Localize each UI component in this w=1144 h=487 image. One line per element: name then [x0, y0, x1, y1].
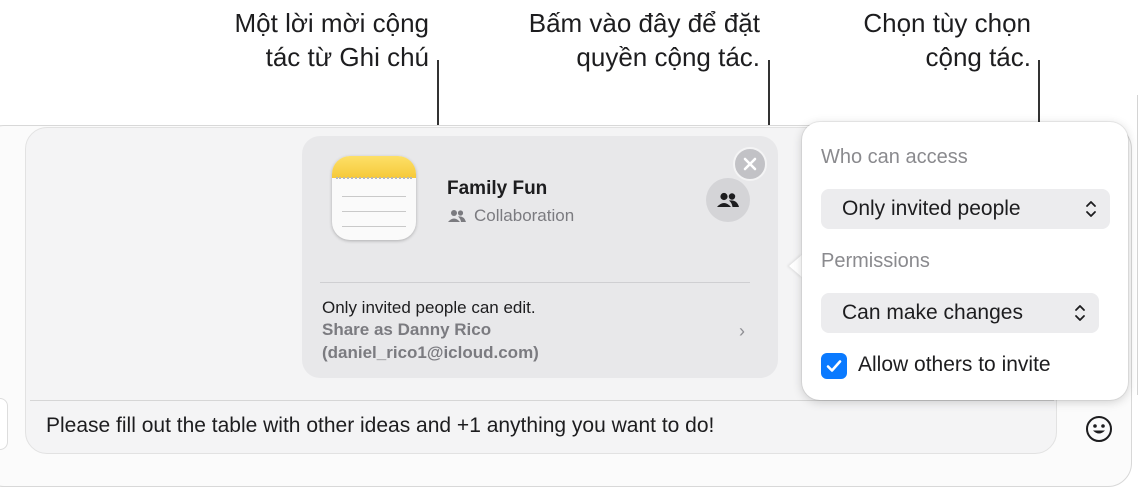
permission-summary: Only invited people can edit.: [322, 298, 536, 317]
card-title: Family Fun: [447, 178, 548, 199]
popover-tail: [789, 254, 803, 278]
chevron-updown-icon: [1075, 305, 1085, 321]
permissions-select[interactable]: Can make changes: [821, 293, 1099, 333]
card-subtitle-text: Collaboration: [474, 206, 575, 225]
compose-divider: [30, 400, 1054, 401]
share-as-name: Share as Danny Rico: [322, 320, 492, 339]
compose-message-field[interactable]: Please fill out the table with other ide…: [46, 414, 714, 438]
notes-icon: [332, 156, 416, 240]
window-right-edge: [1137, 95, 1138, 395]
chevron-updown-icon: [1086, 201, 1096, 217]
callout-permissions-line2: quyền cộng tác.: [576, 42, 760, 72]
callout-invitation: Một lời mời cộng tác từ Ghi chú: [235, 6, 429, 74]
callout-invitation-line1: Một lời mời cộng: [234, 8, 429, 38]
allow-invite-label[interactable]: Allow others to invite: [858, 353, 1051, 377]
callout-invitation-line2: tác từ Ghi chú: [265, 42, 429, 72]
callout-options-leader: [1038, 60, 1040, 123]
who-can-access-value: Only invited people: [842, 197, 1021, 220]
permissions-label: Permissions: [821, 250, 930, 272]
card-divider: [320, 282, 750, 283]
who-can-access-label: Who can access: [821, 146, 968, 168]
who-can-access-select[interactable]: Only invited people: [821, 189, 1110, 229]
people-icon: [448, 210, 466, 222]
close-button[interactable]: [733, 147, 767, 181]
callout-options-line2: cộng tác.: [925, 42, 1031, 72]
close-icon: [743, 157, 757, 171]
checkmark-icon: [826, 360, 842, 372]
callout-permissions: Bấm vào đây để đặt quyền cộng tác.: [529, 6, 760, 74]
allow-invite-checkbox[interactable]: [821, 353, 847, 379]
share-as-email: (daniel_rico1@icloud.com): [322, 343, 539, 362]
card-subtitle: Collaboration: [448, 206, 574, 226]
permissions-value: Can make changes: [842, 301, 1023, 324]
chevron-right-icon[interactable]: ›: [739, 321, 745, 342]
callout-options: Chọn tùy chọn cộng tác.: [863, 6, 1031, 74]
collaborate-button[interactable]: [706, 178, 750, 222]
left-control[interactable]: [0, 398, 8, 450]
callout-options-line1: Chọn tùy chọn: [863, 8, 1031, 38]
callout-permissions-line1: Bấm vào đây để đặt: [528, 8, 760, 38]
emoji-button[interactable]: [1080, 410, 1118, 448]
people-icon: [717, 192, 739, 207]
smiley-icon: [1086, 416, 1112, 442]
